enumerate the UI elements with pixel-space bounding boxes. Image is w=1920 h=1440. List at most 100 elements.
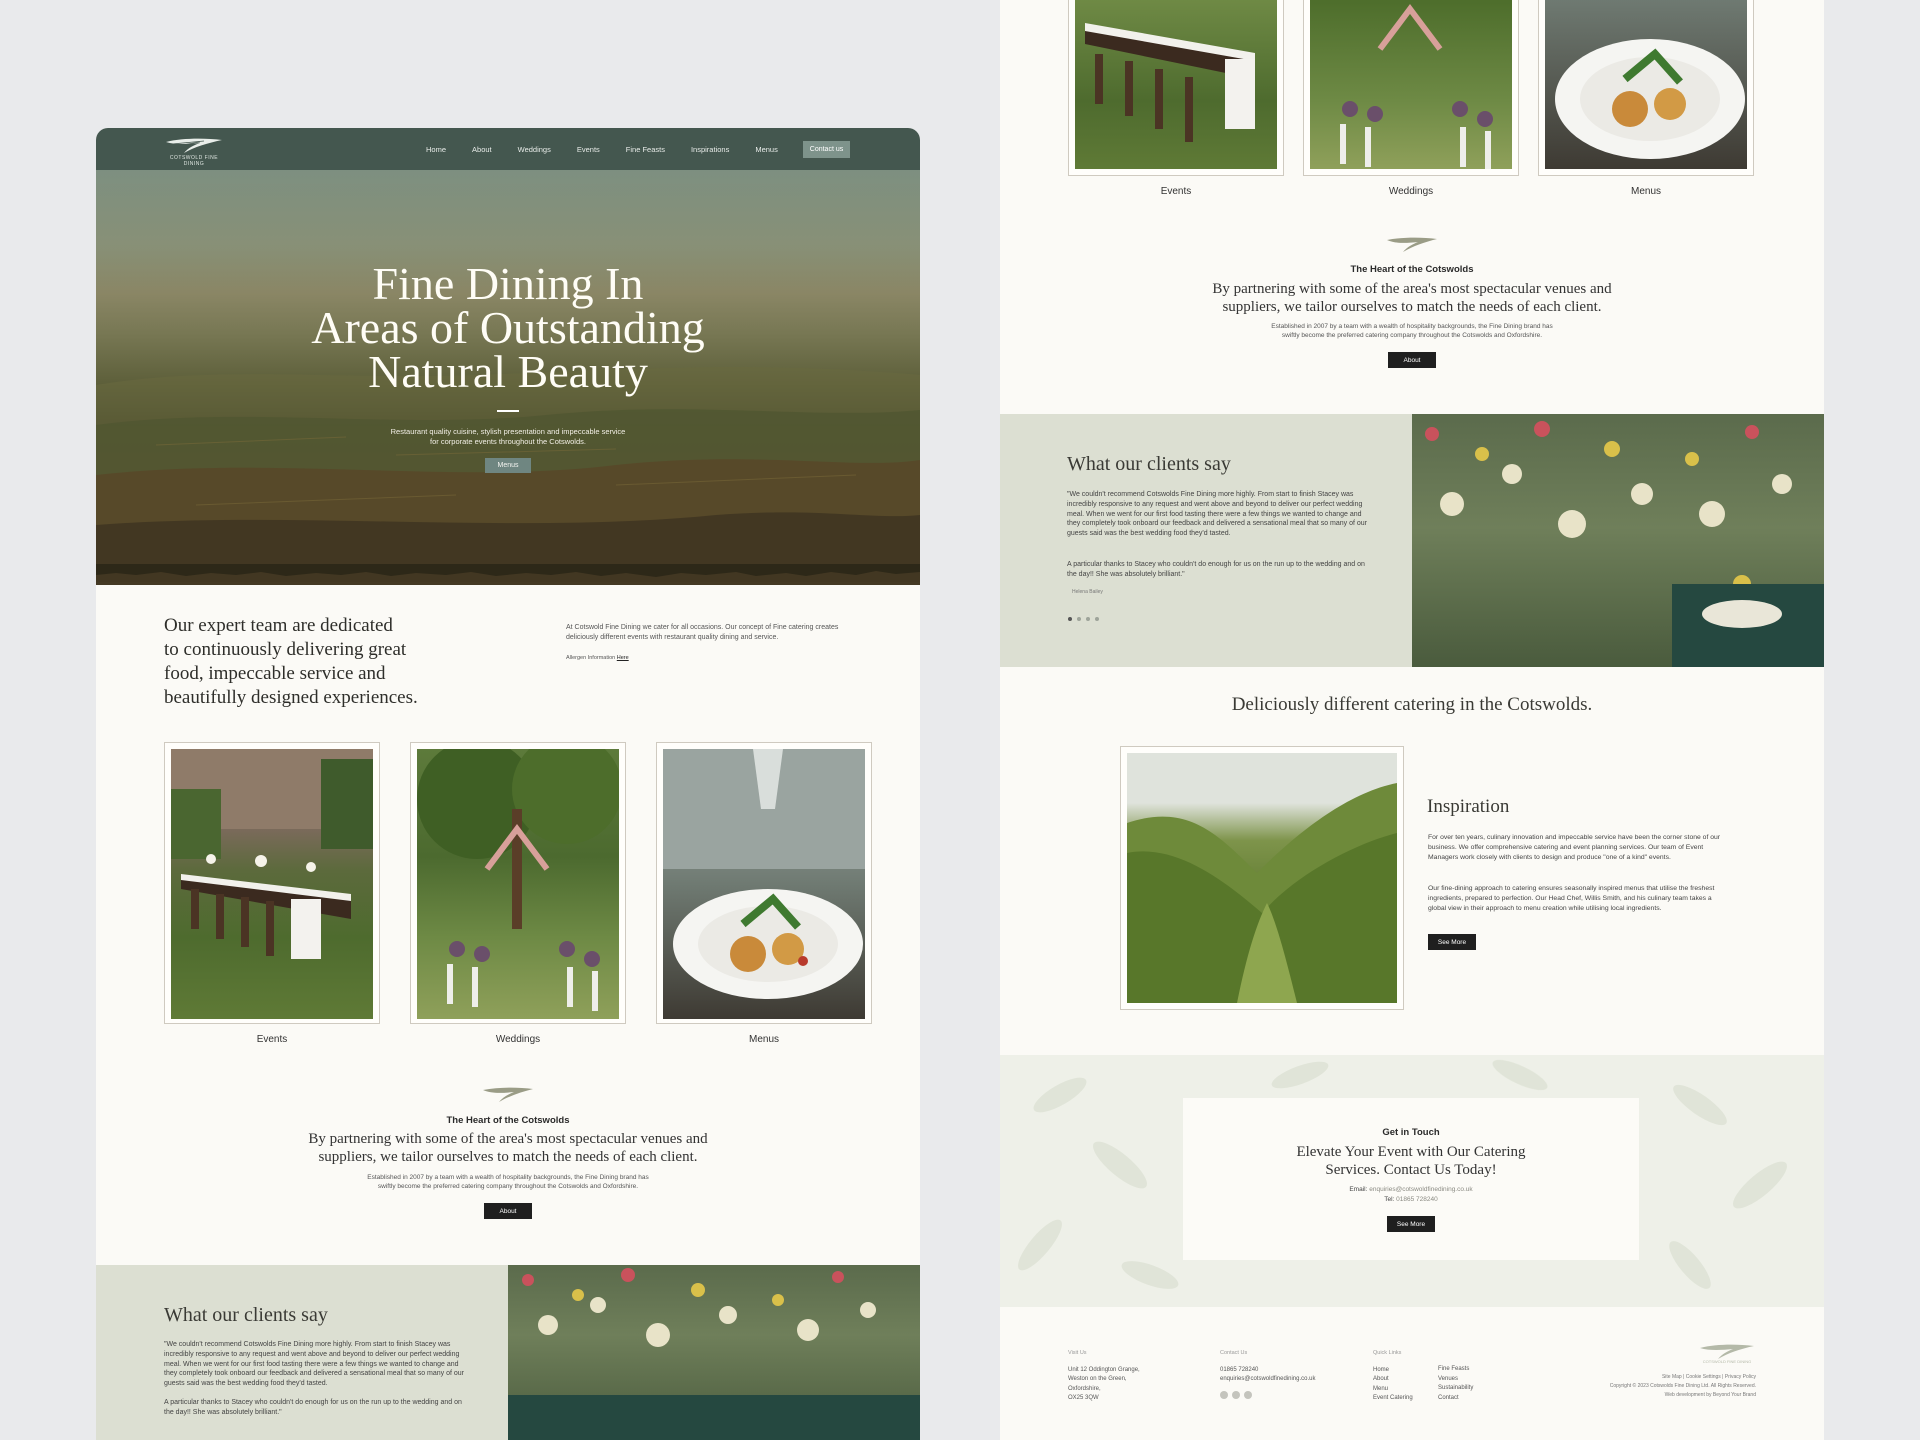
heart-title: The Heart of the Cotswolds <box>446 1115 570 1126</box>
weddings-card-label[interactable]: Weddings <box>1303 186 1519 197</box>
ceremony-illustration <box>417 749 619 1011</box>
carousel-dot[interactable] <box>1077 617 1081 621</box>
carousel-dots <box>1068 617 1099 621</box>
contact-see-more-button[interactable]: See More <box>1387 1216 1435 1232</box>
menus-card-label[interactable]: Menus <box>1538 186 1754 197</box>
contact-tel-link[interactable]: 01865 728240 <box>1396 1196 1438 1203</box>
homepage-mockup-left: COTSWOLD FINE DINING Home About Weddings… <box>96 128 920 1440</box>
footer-phone[interactable]: 01865 728240 <box>1220 1366 1315 1376</box>
feather-icon <box>1387 237 1437 252</box>
about-button[interactable]: About <box>484 1203 532 1219</box>
nav-home[interactable]: Home <box>426 145 446 154</box>
valley-photo <box>1127 753 1397 1003</box>
allergen-link[interactable]: Here <box>617 655 629 661</box>
site-footer: Visit Us Unit 12 Oddington Grange, Westo… <box>1000 1307 1824 1440</box>
heart-text: By partnering with some of the area's mo… <box>1212 281 1612 315</box>
footer-link[interactable]: Contact <box>1438 1394 1473 1404</box>
testimonial-quote: "We couldn't recommend Cotswolds Fine Di… <box>1067 491 1368 538</box>
facebook-icon[interactable] <box>1220 1390 1228 1399</box>
hero-subtitle: Restaurant quality cuisine, stylish pres… <box>390 427 626 446</box>
floral-table-photo <box>1412 414 1824 667</box>
feather-logo-icon <box>166 138 222 153</box>
carousel-dot[interactable] <box>1095 617 1099 621</box>
menus-card-label[interactable]: Menus <box>656 1034 872 1045</box>
testimonial-quote: "We couldn't recommend Cotswolds Fine Di… <box>164 1341 465 1416</box>
carousel-dot[interactable] <box>1068 617 1072 621</box>
footer-link[interactable]: Home <box>1373 1366 1413 1376</box>
homepage-mockup-right: Events Weddings Menus The Heart of the C… <box>1000 0 1824 1440</box>
events-card-label[interactable]: Events <box>164 1034 380 1045</box>
hero-title: Fine Dining In Areas of Outstanding Natu… <box>311 258 705 397</box>
about-button[interactable]: About <box>1388 352 1436 368</box>
menus-card[interactable] <box>1538 0 1754 176</box>
testimonials-panel <box>1000 414 1412 667</box>
inspiration-image-frame <box>1120 746 1404 1010</box>
heart-text: By partnering with some of the area's mo… <box>308 1131 708 1165</box>
inspiration-paragraph-2: Our fine-dining approach to catering ens… <box>1428 885 1715 912</box>
nav-weddings[interactable]: Weddings <box>518 145 551 154</box>
contact-us-button[interactable]: Contact us <box>803 141 850 158</box>
footer-quick-links-2: Fine Feasts Venues Sustainability Contac… <box>1438 1365 1473 1403</box>
plated-dish-illustration <box>1555 39 1745 159</box>
events-card-label[interactable]: Events <box>1068 186 1284 197</box>
footer-contact-column: Contact Us 01865 728240 enquiries@cotswo… <box>1220 1349 1315 1399</box>
plated-dish-illustration <box>663 749 865 999</box>
events-card[interactable] <box>1068 0 1284 176</box>
hero-divider <box>497 410 519 412</box>
footer-link[interactable]: Menu <box>1373 1385 1413 1395</box>
footer-email[interactable]: enquiries@cotswoldfinedining.co.uk <box>1220 1375 1315 1385</box>
menus-card[interactable] <box>656 742 872 1024</box>
footer-link[interactable]: Fine Feasts <box>1438 1365 1473 1375</box>
ceremony-illustration <box>1340 3 1493 169</box>
outdoor-table-illustration <box>1085 23 1255 142</box>
brand-logo[interactable]: COTSWOLD FINE DINING <box>164 136 224 167</box>
social-icons <box>1220 1390 1315 1399</box>
menus-photo <box>663 749 865 1019</box>
nav-events[interactable]: Events <box>577 145 600 154</box>
footer-link[interactable]: Venues <box>1438 1375 1473 1385</box>
testimonial-author: Helena Bailey <box>1072 589 1103 595</box>
svg-text:COTSWOLD FINE DINING: COTSWOLD FINE DINING <box>1703 1359 1751 1364</box>
carousel-dot[interactable] <box>1086 617 1090 621</box>
valley-illustration <box>1127 783 1397 1003</box>
floral-table-photo <box>508 1265 920 1440</box>
hero-menus-button[interactable]: Menus <box>485 458 531 473</box>
events-photo <box>1075 0 1277 169</box>
footer-logo[interactable]: COTSWOLD FINE DINING <box>1698 1342 1756 1364</box>
weddings-card-label[interactable]: Weddings <box>410 1034 626 1045</box>
nav-inspirations[interactable]: Inspirations <box>691 145 729 154</box>
footer-quick-links: Quick Links Home About Menu Event Cateri… <box>1373 1349 1413 1404</box>
linkedin-icon[interactable] <box>1244 1390 1252 1399</box>
heart-description: Established in 2007 by a team with a wea… <box>1271 323 1553 339</box>
footer-link[interactable]: About <box>1373 1375 1413 1385</box>
weddings-card[interactable] <box>1303 0 1519 176</box>
contact-email-line: Email: enquiries@cotswoldfinedining.co.u… <box>1349 1186 1473 1193</box>
contact-title: Get in Touch <box>1382 1127 1440 1138</box>
weddings-photo <box>417 749 619 1019</box>
weddings-card[interactable] <box>410 742 626 1024</box>
heart-title: The Heart of the Cotswolds <box>1350 264 1474 275</box>
contact-email-link[interactable]: enquiries@cotswoldfinedining.co.uk <box>1369 1186 1472 1193</box>
instagram-icon[interactable] <box>1232 1390 1240 1399</box>
nav-fine-feasts[interactable]: Fine Feasts <box>626 145 665 154</box>
logo-wordmark: COTSWOLD FINE DINING <box>169 155 219 167</box>
outdoor-table-illustration <box>171 749 373 959</box>
intro-heading: Our expert team are dedicated to continu… <box>164 615 418 708</box>
intro-paragraph: At Cotswold Fine Dining we cater for all… <box>566 624 839 641</box>
nav-menus[interactable]: Menus <box>755 145 778 154</box>
inspiration-title: Inspiration <box>1427 796 1510 817</box>
contact-tel-line: Tel: 01865 728240 <box>1384 1196 1438 1203</box>
menus-photo <box>1545 0 1747 169</box>
catering-headline: Deliciously different catering in the Co… <box>1231 694 1593 715</box>
legal-links[interactable]: Site Map | Cookie Settings | Privacy Pol… <box>1610 1373 1756 1382</box>
events-card[interactable] <box>164 742 380 1024</box>
heart-description: Established in 2007 by a team with a wea… <box>367 1174 649 1190</box>
footer-link[interactable]: Event Catering <box>1373 1394 1413 1404</box>
inspiration-paragraph-1: For over ten years, culinary innovation … <box>1428 834 1721 861</box>
nav-about[interactable]: About <box>472 145 492 154</box>
testimonial-quote-continued: A particular thanks to Stacey who couldn… <box>1067 561 1365 578</box>
torn-edge-divider <box>96 564 920 577</box>
footer-link[interactable]: Sustainability <box>1438 1384 1473 1394</box>
contact-card: Get in Touch Elevate Your Event with Our… <box>1183 1098 1639 1260</box>
inspiration-see-more-button[interactable]: See More <box>1428 934 1476 950</box>
